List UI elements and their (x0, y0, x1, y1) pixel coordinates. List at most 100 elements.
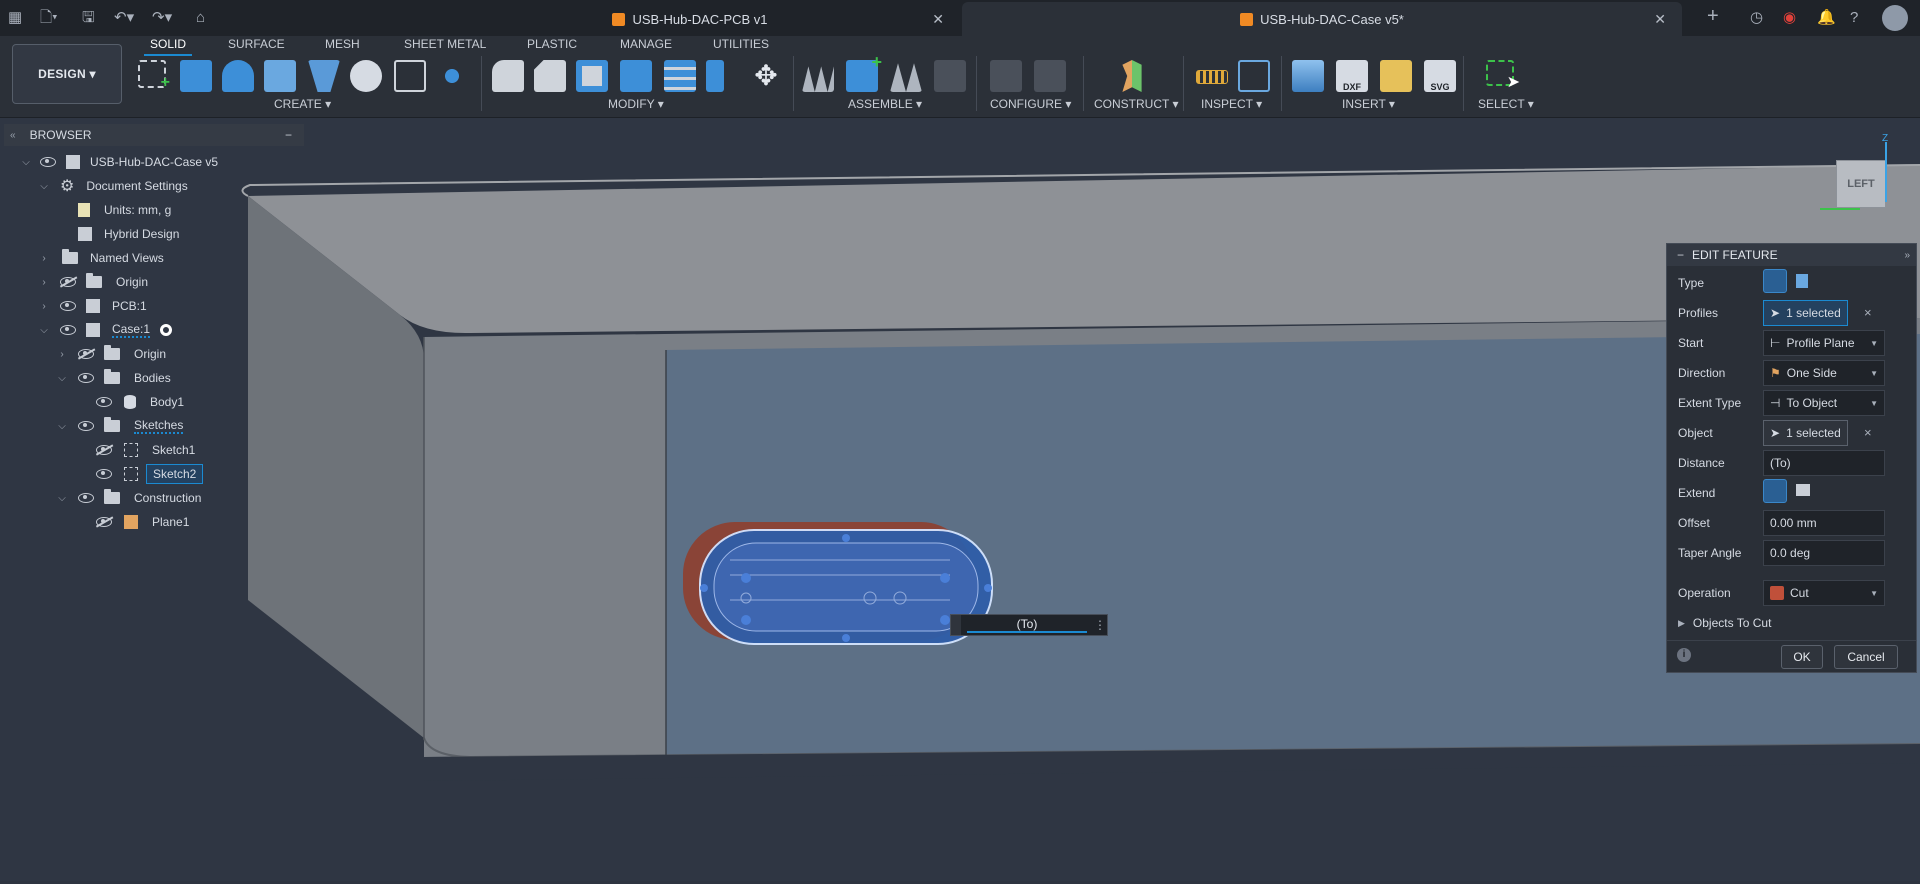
tree-item-pcb[interactable]: › PCB:1 (38, 295, 147, 317)
chevron-down-icon[interactable]: ⌵ (38, 325, 50, 336)
chevron-down-icon[interactable]: ⌵ (56, 373, 68, 384)
chevron-right-icon[interactable]: › (38, 253, 50, 264)
expand-dialog-icon[interactable]: » (1904, 250, 1910, 261)
tree-item-plane1[interactable]: Plane1 (96, 511, 189, 533)
workspace-switcher-button[interactable]: DESIGN ▾ (12, 44, 122, 104)
tree-item-sketch2[interactable]: Sketch2 (96, 463, 204, 485)
tab-case[interactable]: USB-Hub-DAC-Case v5* ✕ (962, 2, 1682, 36)
distance-input[interactable]: (To) (967, 617, 1087, 633)
visibility-eye-off-icon[interactable] (60, 277, 76, 287)
notification-bell-icon[interactable]: 🔔 (1817, 8, 1836, 28)
tree-item-named-views[interactable]: › Named Views (38, 247, 164, 269)
assemble-menu[interactable]: ASSEMBLE ▾ (848, 97, 922, 111)
offset-field[interactable]: 0.00 mm (1763, 510, 1885, 536)
tab-plastic[interactable]: PLASTIC (527, 37, 577, 51)
visibility-eye-icon[interactable] (40, 157, 56, 167)
modify-menu[interactable]: MODIFY ▾ (608, 97, 664, 111)
interference-icon[interactable] (1238, 60, 1270, 92)
collapse-browser-icon[interactable]: « (10, 130, 16, 141)
extent-type-select[interactable]: ⊣ To Object ▼ (1763, 390, 1885, 416)
extrude-type-solid-icon[interactable] (1763, 269, 1787, 293)
visibility-eye-off-icon[interactable] (78, 349, 94, 359)
operation-select[interactable]: Cut ▼ (1763, 580, 1885, 606)
clear-profiles-icon[interactable]: × (1864, 305, 1872, 320)
canvas-viewport[interactable] (0, 118, 1920, 881)
tab-solid[interactable]: SOLID (143, 37, 193, 56)
cancel-button[interactable]: Cancel (1834, 645, 1898, 669)
help-icon[interactable]: ? (1850, 8, 1858, 28)
move-icon[interactable]: ✥ (750, 60, 782, 92)
extend-faces-icon[interactable] (1763, 479, 1787, 503)
chevron-down-icon[interactable]: ⌵ (56, 493, 68, 504)
drag-handle[interactable] (951, 615, 961, 635)
offset-face-icon[interactable] (706, 60, 724, 92)
chevron-down-icon[interactable]: ⌵ (38, 181, 50, 192)
tab-mesh[interactable]: MESH (325, 37, 360, 51)
split-body-icon[interactable] (664, 60, 696, 92)
chevron-right-icon[interactable]: › (38, 277, 50, 288)
visibility-eye-icon[interactable] (78, 373, 94, 383)
new-component-icon[interactable]: + (846, 52, 882, 92)
app-grid-icon[interactable]: ▦ (8, 8, 22, 28)
taper-angle-field[interactable]: 0.0 deg (1763, 540, 1885, 566)
browser-header[interactable]: « BROWSER − (4, 124, 304, 146)
tab-utilities[interactable]: UTILITIES (713, 37, 769, 51)
tab-surface[interactable]: SURFACE (228, 37, 285, 51)
visibility-eye-icon[interactable] (78, 493, 94, 503)
measure-icon[interactable] (1196, 70, 1228, 84)
hole-icon[interactable] (350, 60, 382, 92)
insert-canvas-icon[interactable] (1292, 60, 1324, 92)
combine-icon[interactable] (620, 60, 652, 92)
viewcube[interactable]: LEFT (1836, 160, 1886, 208)
visibility-eye-icon[interactable] (60, 325, 76, 335)
home-icon[interactable]: ⌂ (196, 8, 205, 28)
tab-manage[interactable]: MANAGE (620, 37, 672, 51)
visibility-eye-off-icon[interactable] (96, 517, 112, 527)
tree-item-bodies[interactable]: ⌵ Bodies (56, 367, 171, 389)
create-sketch-icon[interactable]: + (138, 60, 170, 91)
chevron-right-icon[interactable]: › (38, 301, 50, 312)
sweep-icon[interactable] (264, 60, 296, 92)
undo-icon[interactable]: ↶▾ (114, 8, 134, 28)
shell-icon[interactable] (576, 60, 608, 92)
inspect-menu[interactable]: INSPECT ▾ (1201, 97, 1262, 111)
tree-item-construction[interactable]: ⌵ Construction (56, 487, 201, 509)
insert-svg-icon[interactable]: SVG (1424, 60, 1456, 92)
visibility-eye-icon[interactable] (60, 301, 76, 311)
clear-object-icon[interactable]: × (1864, 425, 1872, 440)
extrude-type-thin-icon[interactable] (1791, 269, 1815, 293)
visibility-eye-icon[interactable] (96, 397, 112, 407)
tree-item-units[interactable]: Units: mm, g (78, 199, 171, 221)
revolve-icon[interactable] (222, 60, 254, 92)
more-options-icon[interactable]: ⋮ (1093, 618, 1107, 632)
visibility-eye-icon[interactable] (78, 421, 94, 431)
chevron-down-icon[interactable]: ⌵ (20, 157, 32, 168)
ok-button[interactable]: OK (1781, 645, 1823, 669)
direction-select[interactable]: ⚑ One Side ▼ (1763, 360, 1885, 386)
collapse-dialog-icon[interactable]: − (1677, 248, 1684, 262)
tree-item-body1[interactable]: Body1 (96, 391, 184, 413)
model-view[interactable] (0, 118, 1920, 881)
extrude-icon[interactable] (180, 60, 212, 92)
insert-dxf-icon[interactable]: DXF (1336, 60, 1368, 92)
rectangular-pattern-icon[interactable] (394, 60, 426, 92)
job-status-icon[interactable]: ◉ (1783, 8, 1796, 28)
tree-item-sketch1[interactable]: Sketch1 (96, 439, 195, 461)
profiles-selection[interactable]: ➤ 1 selected (1763, 300, 1848, 326)
chevron-right-icon[interactable]: › (56, 349, 68, 360)
insert-mesh-icon[interactable] (1380, 60, 1412, 92)
press-pull-icon[interactable] (492, 60, 524, 92)
tree-item-hybrid-design[interactable]: Hybrid Design (78, 223, 179, 245)
start-select[interactable]: ⊢ Profile Plane ▼ (1763, 330, 1885, 356)
object-selection[interactable]: ➤ 1 selected (1763, 420, 1848, 446)
tab-sheet-metal[interactable]: SHEET METAL (404, 37, 486, 51)
tree-item-case[interactable]: ⌵ Case:1 (38, 319, 173, 341)
redo-icon[interactable]: ↷▾ (152, 8, 172, 28)
file-icon[interactable]: 🗋▾ (40, 8, 58, 28)
sync-icon[interactable]: ◷ (1750, 8, 1763, 28)
select-window-icon[interactable]: ➤ (1486, 60, 1520, 91)
chevron-down-icon[interactable]: ⌵ (56, 421, 68, 432)
info-icon[interactable]: i (1677, 648, 1691, 662)
select-menu[interactable]: SELECT ▾ (1478, 97, 1534, 111)
close-tab-icon[interactable]: ✕ (932, 11, 944, 28)
